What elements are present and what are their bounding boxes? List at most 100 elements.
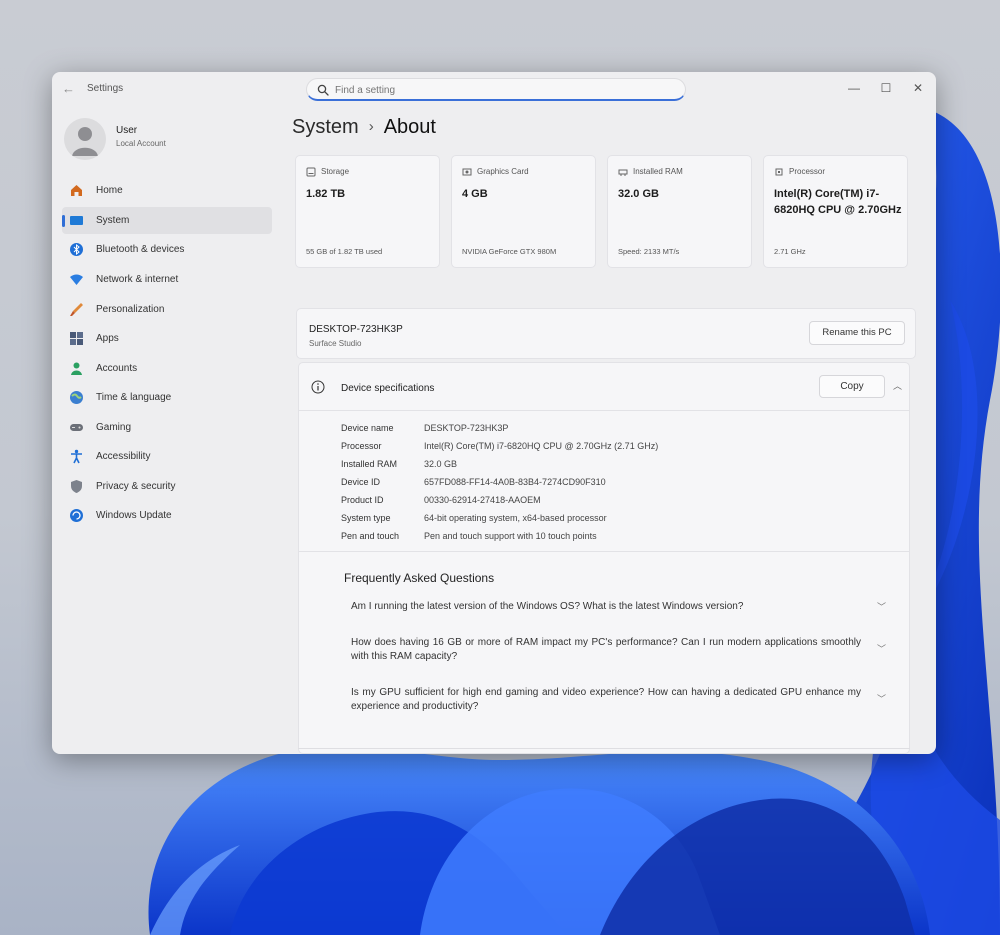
search-input[interactable] bbox=[335, 82, 665, 98]
pc-name: DESKTOP-723HK3P bbox=[309, 324, 403, 335]
card-value: 1.82 TB bbox=[306, 188, 346, 200]
faq-question: Am I running the latest version of the W… bbox=[351, 601, 744, 612]
user-account-type: Local Account bbox=[116, 139, 166, 148]
page-title: About bbox=[383, 116, 436, 138]
device-specifications-panel: Device specifications Copy ︿ Device name… bbox=[298, 362, 910, 754]
sidebar-item-time-language[interactable]: Time & language bbox=[62, 384, 272, 411]
spec-value: Intel(R) Core(TM) i7-6820HQ CPU @ 2.70GH… bbox=[424, 441, 659, 451]
processor-icon bbox=[775, 168, 783, 176]
sidebar-item-label: Accounts bbox=[96, 363, 138, 374]
card-label: Storage bbox=[321, 167, 350, 176]
sidebar-item-label: Accessibility bbox=[96, 451, 151, 462]
info-icon bbox=[311, 380, 325, 394]
sidebar-item-label: Network & internet bbox=[96, 274, 179, 285]
card-subtext: Speed: 2133 MT/s bbox=[618, 247, 680, 256]
faq-question: How does having 16 GB or more of RAM imp… bbox=[351, 637, 861, 662]
sidebar-item-home[interactable]: Home bbox=[62, 177, 272, 204]
related-section-edge bbox=[298, 748, 910, 754]
sidebar-item-label: Privacy & security bbox=[96, 481, 176, 492]
sidebar-item-label: Windows Update bbox=[96, 510, 172, 521]
spec-key: Installed RAM bbox=[341, 459, 398, 469]
search-box[interactable] bbox=[306, 78, 686, 101]
sidebar-item-windows-update[interactable]: Windows Update bbox=[62, 502, 272, 529]
pc-name-row: DESKTOP-723HK3P Surface Studio Rename th… bbox=[296, 308, 916, 359]
sidebar-item-label: Home bbox=[96, 185, 123, 196]
card-subtext: 55 GB of 1.82 TB used bbox=[306, 247, 383, 256]
chevron-down-icon: ﹀ bbox=[877, 602, 887, 612]
settings-window: ← Settings — ☐ ✕ User Local Account Home bbox=[52, 72, 936, 754]
faq-item[interactable]: How does having 16 GB or more of RAM imp… bbox=[351, 636, 891, 664]
brush-icon bbox=[70, 303, 83, 316]
accessibility-icon bbox=[71, 449, 82, 464]
spec-key: Processor bbox=[341, 441, 382, 451]
spec-key: Device ID bbox=[341, 477, 381, 487]
sidebar-item-label: Apps bbox=[96, 333, 119, 344]
sidebar-item-accounts[interactable]: Accounts bbox=[62, 355, 272, 382]
storage-icon bbox=[306, 167, 316, 177]
main-content: System › About Storage 1.82 TB 55 GB of 1.… bbox=[290, 108, 936, 754]
faq-question: Is my GPU sufficient for high end gaming… bbox=[351, 687, 861, 712]
search-icon bbox=[317, 84, 329, 96]
storage-card[interactable]: Storage 1.82 TB 55 GB of 1.82 TB used bbox=[295, 155, 440, 268]
sidebar-item-privacy[interactable]: Privacy & security bbox=[62, 473, 272, 500]
globe-icon bbox=[70, 391, 83, 404]
sidebar-item-network[interactable]: Network & internet bbox=[62, 266, 272, 293]
faq-item[interactable]: Is my GPU sufficient for high end gaming… bbox=[351, 686, 891, 714]
bluetooth-icon bbox=[70, 243, 83, 256]
sidebar-item-label: System bbox=[96, 215, 130, 226]
sidebar: User Local Account Home System Bluetooth… bbox=[52, 108, 277, 754]
pc-model: Surface Studio bbox=[309, 339, 362, 348]
spec-key: Product ID bbox=[341, 495, 384, 505]
avatar[interactable] bbox=[64, 118, 106, 160]
chevron-right-icon: › bbox=[368, 118, 374, 135]
update-icon bbox=[70, 509, 83, 522]
system-icon bbox=[70, 216, 83, 225]
breadcrumb-parent[interactable]: System bbox=[292, 116, 359, 138]
card-value: Intel(R) Core(TM) i7-6820HQ CPU @ 2.70GH… bbox=[774, 188, 902, 216]
sidebar-item-label: Bluetooth & devices bbox=[96, 244, 185, 255]
app-title: Settings bbox=[87, 83, 124, 94]
home-icon bbox=[71, 185, 82, 196]
device-specifications-title: Device specifications bbox=[341, 383, 435, 394]
sidebar-item-accessibility[interactable]: Accessibility bbox=[62, 443, 272, 470]
rename-pc-button[interactable]: Rename this PC bbox=[809, 321, 905, 345]
chevron-down-icon: ﹀ bbox=[877, 644, 887, 654]
title-bar: ← Settings — ☐ ✕ bbox=[52, 72, 936, 108]
sidebar-item-personalization[interactable]: Personalization bbox=[62, 296, 272, 323]
spec-key: System type bbox=[341, 513, 391, 523]
back-arrow-icon[interactable]: ← bbox=[62, 81, 75, 96]
maximize-button[interactable]: ☐ bbox=[872, 77, 900, 99]
spec-key: Device name bbox=[341, 423, 394, 433]
minimize-button[interactable]: — bbox=[840, 77, 868, 99]
card-subtext: 2.71 GHz bbox=[774, 247, 806, 256]
apps-icon bbox=[70, 332, 83, 345]
ram-card[interactable]: Installed RAM 32.0 GB Speed: 2133 MT/s bbox=[607, 155, 752, 268]
processor-card[interactable]: Processor Intel(R) Core(TM) i7-6820HQ CP… bbox=[763, 155, 908, 268]
sidebar-item-gaming[interactable]: Gaming bbox=[62, 414, 272, 441]
spec-value: DESKTOP-723HK3P bbox=[424, 423, 509, 433]
device-specifications-header[interactable]: Device specifications Copy ︿ bbox=[299, 363, 909, 411]
sidebar-item-label: Gaming bbox=[96, 422, 132, 433]
spec-value: 64-bit operating system, x64-based proce… bbox=[424, 513, 607, 523]
spec-value: Pen and touch support with 10 touch poin… bbox=[424, 531, 597, 541]
chevron-up-icon[interactable]: ︿ bbox=[893, 379, 902, 392]
faq-section: Frequently Asked Questions Am I running … bbox=[299, 551, 909, 753]
faq-item[interactable]: Am I running the latest version of the W… bbox=[351, 600, 891, 614]
sidebar-item-label: Time & language bbox=[96, 392, 172, 403]
sidebar-item-apps[interactable]: Apps bbox=[62, 325, 272, 352]
chevron-down-icon: ﹀ bbox=[877, 694, 887, 704]
ram-icon bbox=[618, 169, 628, 176]
copy-button[interactable]: Copy bbox=[819, 375, 885, 398]
sidebar-item-bluetooth[interactable]: Bluetooth & devices bbox=[62, 236, 272, 263]
sidebar-item-system[interactable]: System bbox=[62, 207, 272, 234]
wifi-icon bbox=[70, 274, 83, 285]
shield-icon bbox=[71, 480, 82, 493]
close-button[interactable]: ✕ bbox=[904, 77, 932, 99]
spec-value: 657FD088-FF14-4A0B-83B4-7274CD90F310 bbox=[424, 477, 606, 487]
gpu-icon bbox=[462, 168, 472, 176]
sidebar-item-label: Personalization bbox=[96, 304, 165, 315]
spec-value: 32.0 GB bbox=[424, 459, 458, 469]
card-label: Graphics Card bbox=[477, 167, 529, 176]
person-silhouette-icon bbox=[72, 127, 98, 156]
graphics-card[interactable]: Graphics Card 4 GB NVIDIA GeForce GTX 98… bbox=[451, 155, 596, 268]
